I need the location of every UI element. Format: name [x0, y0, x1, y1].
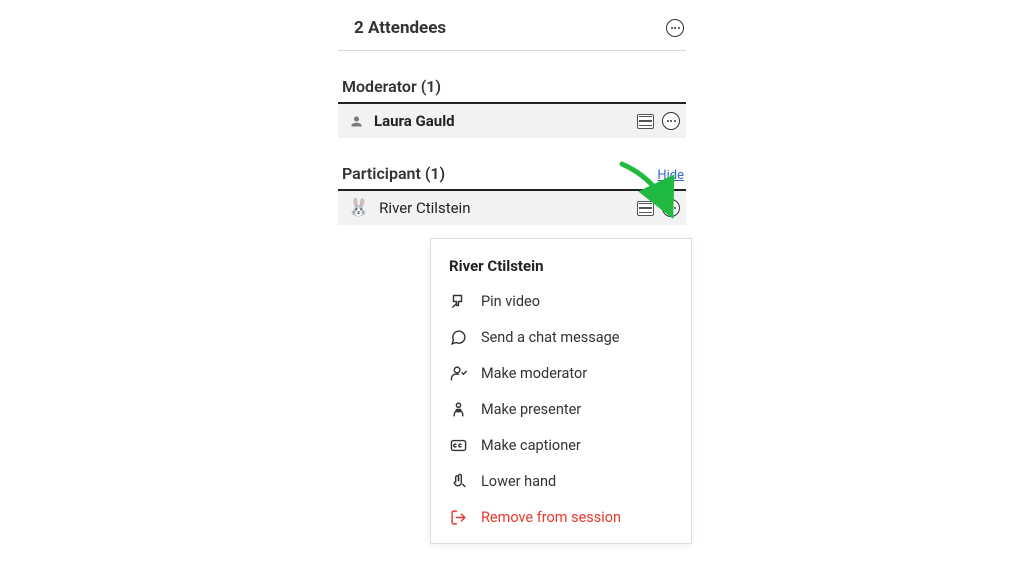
- more-horizontal-icon: [671, 27, 680, 29]
- moderator-section: Moderator (1) Laura Gauld: [338, 77, 686, 138]
- panel-more-button[interactable]: [666, 19, 684, 37]
- menu-item-label: Pin video: [481, 293, 540, 310]
- row-actions: [637, 112, 680, 130]
- menu-item-remove[interactable]: Remove from session: [431, 499, 691, 535]
- attendee-name: Laura Gauld: [374, 112, 627, 130]
- menu-item-label: Lower hand: [481, 473, 556, 490]
- attendee-row[interactable]: Laura Gauld: [338, 104, 686, 138]
- menu-item-label: Make presenter: [481, 401, 581, 418]
- row-actions: [637, 199, 680, 217]
- menu-item-label: Send a chat message: [481, 329, 619, 346]
- presenter-icon: [449, 400, 467, 418]
- attendee-more-button[interactable]: [662, 112, 680, 130]
- menu-item-pin-video[interactable]: Pin video: [431, 283, 691, 319]
- moderator-icon: [449, 364, 467, 382]
- person-icon: [348, 113, 364, 129]
- participant-section-title: Participant (1): [342, 164, 445, 183]
- panel-header: 2 Attendees: [338, 10, 686, 51]
- participant-section: Participant (1) Hide 🐰 River Ctilstein: [338, 164, 686, 225]
- feedback-icon[interactable]: [637, 201, 654, 216]
- menu-header: River Ctilstein: [431, 257, 691, 283]
- menu-item-lower-hand[interactable]: Lower hand: [431, 463, 691, 499]
- attendee-context-menu: River Ctilstein Pin video Send a chat me…: [430, 238, 692, 544]
- attendee-more-button[interactable]: [662, 199, 680, 217]
- hide-link[interactable]: Hide: [657, 168, 684, 183]
- bunny-avatar-icon: 🐰: [348, 200, 369, 217]
- attendees-panel: 2 Attendees Moderator (1) Laura Gauld: [338, 10, 686, 225]
- more-horizontal-icon: [667, 207, 676, 209]
- lower-hand-icon: [449, 472, 467, 490]
- menu-item-make-presenter[interactable]: Make presenter: [431, 391, 691, 427]
- moderator-section-title: Moderator (1): [342, 77, 441, 96]
- exit-icon: [449, 508, 467, 526]
- chat-icon: [449, 328, 467, 346]
- captioner-icon: [449, 436, 467, 454]
- panel-title: 2 Attendees: [354, 18, 446, 38]
- feedback-icon[interactable]: [637, 114, 654, 129]
- menu-item-label: Make captioner: [481, 437, 581, 454]
- attendee-name: River Ctilstein: [379, 199, 627, 217]
- participant-section-header: Participant (1) Hide: [338, 164, 686, 191]
- menu-item-label: Make moderator: [481, 365, 587, 382]
- menu-item-label: Remove from session: [481, 509, 621, 526]
- menu-item-make-captioner[interactable]: Make captioner: [431, 427, 691, 463]
- more-horizontal-icon: [667, 120, 676, 122]
- pin-icon: [449, 292, 467, 310]
- menu-item-chat[interactable]: Send a chat message: [431, 319, 691, 355]
- moderator-section-header: Moderator (1): [338, 77, 686, 104]
- menu-item-make-moderator[interactable]: Make moderator: [431, 355, 691, 391]
- attendee-row[interactable]: 🐰 River Ctilstein: [338, 191, 686, 225]
